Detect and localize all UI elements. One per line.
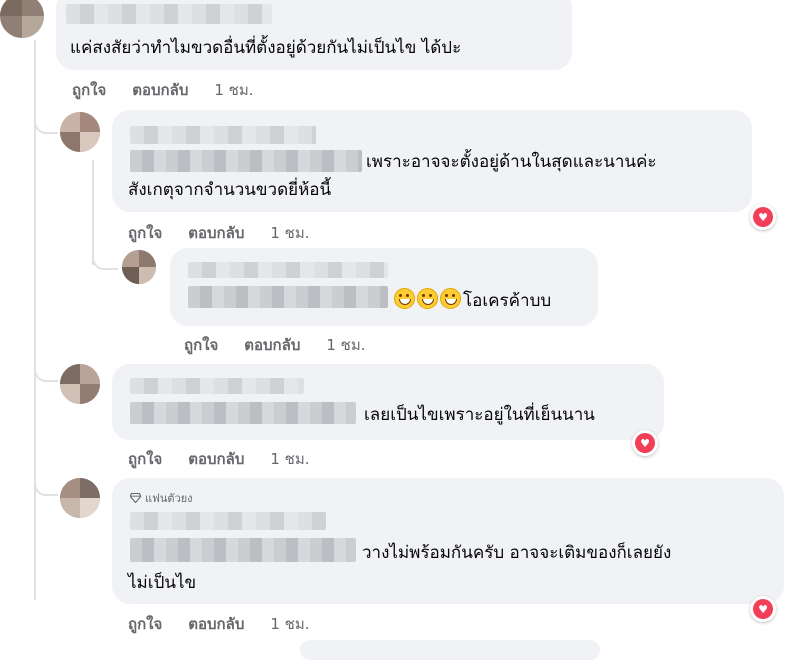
blurred-author-name xyxy=(130,512,326,530)
avatar[interactable] xyxy=(0,0,44,38)
love-reaction[interactable]: ♥ xyxy=(750,204,776,230)
badge-label: แฟนตัวยง xyxy=(145,492,193,505)
comment-text: ไม่เป็นไข xyxy=(128,573,197,593)
timestamp[interactable]: 1 ชม. xyxy=(270,447,309,471)
blurred-mention xyxy=(130,150,362,172)
reply-button[interactable]: ตอบกลับ xyxy=(188,612,244,636)
comment-actions: ถูกใจ ตอบกลับ 1 ชม. xyxy=(184,333,366,357)
blurred-mention xyxy=(130,538,356,562)
reply-button[interactable]: ตอบกลับ xyxy=(244,333,300,357)
avatar[interactable] xyxy=(60,112,100,152)
timestamp[interactable]: 1 ชม. xyxy=(214,78,253,102)
comment-text: สังเกตุจากจำนวนขวดยี่ห้อนี้ xyxy=(128,180,332,200)
thread-connector xyxy=(34,360,58,382)
like-button[interactable]: ถูกใจ xyxy=(184,333,218,357)
reply-button[interactable]: ตอบกลับ xyxy=(132,78,188,102)
like-button[interactable]: ถูกใจ xyxy=(128,447,162,471)
heart-icon: ♥ xyxy=(758,210,768,224)
heart-icon: ♥ xyxy=(640,436,650,450)
diamond-icon xyxy=(130,493,141,503)
blurred-mention xyxy=(130,402,356,424)
comment-bubble-partial xyxy=(300,640,600,660)
blurred-author-name xyxy=(188,262,388,278)
love-reaction[interactable]: ♥ xyxy=(632,430,658,456)
timestamp[interactable]: 1 ชม. xyxy=(326,333,365,357)
timestamp[interactable]: 1 ชม. xyxy=(270,612,309,636)
love-reaction[interactable]: ♥ xyxy=(750,596,776,622)
blurred-mention xyxy=(188,286,388,308)
thread-connector xyxy=(34,112,58,134)
avatar[interactable] xyxy=(122,250,156,284)
grinning-emoji-icon xyxy=(440,288,461,309)
timestamp[interactable]: 1 ชม. xyxy=(270,221,309,245)
thread-connector xyxy=(92,248,118,270)
blurred-author-name xyxy=(130,126,316,144)
heart-icon: ♥ xyxy=(758,602,768,616)
comment-text: เลยเป็นไขเพราะอยู่ในที่เย็นนาน xyxy=(364,405,595,425)
comment-text: เพราะอาจจะตั้งอยู่ด้านในสุดและนานค่ะ xyxy=(366,152,657,172)
grinning-emoji-icon xyxy=(417,288,438,309)
reply-button[interactable]: ตอบกลับ xyxy=(188,447,244,471)
comment-actions: ถูกใจ ตอบกลับ 1 ชม. xyxy=(72,78,254,102)
avatar[interactable] xyxy=(60,364,100,404)
comment-actions: ถูกใจ ตอบกลับ 1 ชม. xyxy=(128,221,310,245)
like-button[interactable]: ถูกใจ xyxy=(128,221,162,245)
thread-connector xyxy=(34,474,58,496)
comment-actions: ถูกใจ ตอบกลับ 1 ชม. xyxy=(128,447,310,471)
comment-text-value: โอเครค้าบบ xyxy=(463,291,552,311)
reply-button[interactable]: ตอบกลับ xyxy=(188,221,244,245)
blurred-author-name xyxy=(66,4,272,24)
comment-text: แค่สงสัยว่าทำไมขวดอื่นที่ตั้งอยู่ด้วยกัน… xyxy=(70,38,462,58)
avatar[interactable] xyxy=(60,478,100,518)
like-button[interactable]: ถูกใจ xyxy=(72,78,106,102)
grinning-emoji-icon xyxy=(394,288,415,309)
comment-text: วางไม่พร้อมกันครับ อาจจะเติมของก็เลยยัง xyxy=(362,543,672,563)
comment-text: โอเครค้าบบ xyxy=(394,288,551,313)
top-fan-badge[interactable]: แฟนตัวยง xyxy=(130,489,193,507)
like-button[interactable]: ถูกใจ xyxy=(128,612,162,636)
blurred-author-name xyxy=(130,378,304,394)
comment-actions: ถูกใจ ตอบกลับ 1 ชม. xyxy=(128,612,310,636)
